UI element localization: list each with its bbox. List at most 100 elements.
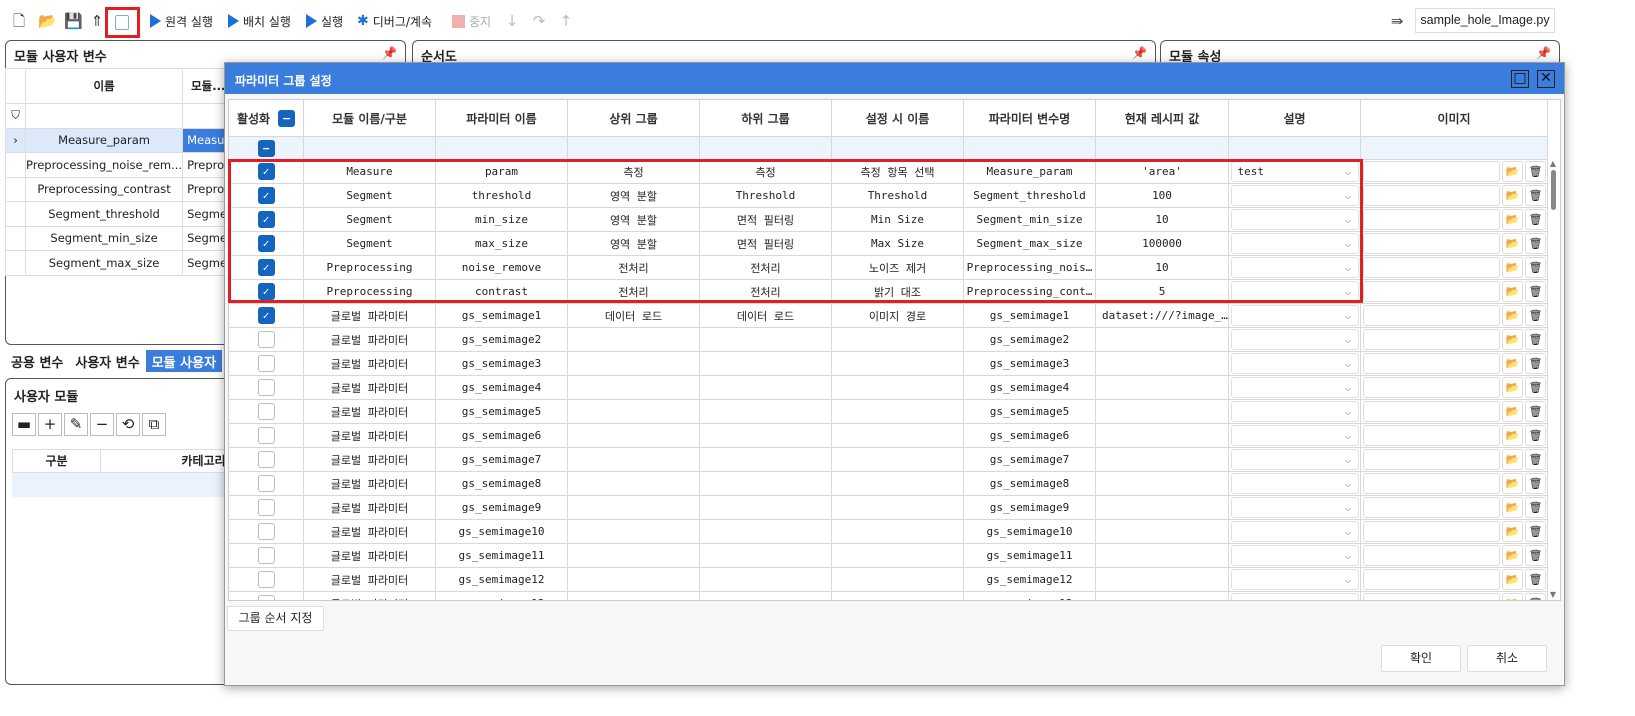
open-folder-icon[interactable]: 📂 [1502,305,1523,326]
image-path-input[interactable] [1363,353,1500,374]
image-path-input[interactable] [1363,497,1500,518]
open-folder-icon[interactable]: ▬ [12,413,36,436]
column-header[interactable]: 상위 그룹 [568,100,700,137]
tab-shared-variables[interactable]: 공용 변수 [5,350,69,372]
description-dropdown[interactable]: ⌵ [1230,353,1359,374]
trash-icon[interactable]: 🗑 [1525,425,1546,446]
image-path-input[interactable] [1363,401,1500,422]
trash-icon[interactable]: 🗑 [1525,521,1546,542]
enable-checkbox[interactable]: ✓ [257,259,275,276]
open-folder-icon[interactable]: 📂 [1502,185,1523,206]
open-folder-icon[interactable]: 📂 [1502,425,1523,446]
open-folder-icon[interactable]: 📂 [1502,545,1523,566]
image-path-input[interactable] [1363,161,1500,182]
enable-checkbox[interactable] [257,403,275,420]
open-folder-icon[interactable]: 📂 [1502,257,1523,278]
parameter-group-button-highlight[interactable] [105,7,140,38]
module-link-icon[interactable]: ⧉ [142,413,166,436]
remote-run-button[interactable]: 원격 실행 [150,11,213,31]
filter-cell[interactable] [24,103,184,129]
column-header-name[interactable]: 이름 [24,68,184,104]
batch-run-button[interactable]: 배치 실행 [228,11,291,31]
column-header[interactable]: 파라미터 이름 [436,100,568,137]
filter-cell[interactable] [1229,137,1361,160]
trash-icon[interactable]: 🗑 [1525,353,1546,374]
upload-icon[interactable]: ⇑ [88,12,106,30]
new-file-icon[interactable]: 🗋 [10,12,28,30]
description-dropdown[interactable]: ⌵ [1230,521,1359,542]
open-folder-icon[interactable]: 📂 [1502,377,1523,398]
open-folder-icon[interactable]: 📂 [1502,473,1523,494]
maximize-button[interactable]: □ [1511,70,1529,88]
image-path-input[interactable] [1363,329,1500,350]
filter-cell[interactable] [568,137,700,160]
close-button[interactable]: ✕ [1537,70,1555,88]
open-folder-icon[interactable]: 📂 [1502,401,1523,422]
cancel-button[interactable]: 취소 [1467,645,1547,672]
image-path-input[interactable] [1363,545,1500,566]
scrollbar-thumb[interactable] [1550,170,1556,210]
image-path-input[interactable] [1363,233,1500,254]
description-dropdown[interactable]: ⌵ [1230,497,1359,518]
description-dropdown[interactable]: ⌵ [1230,209,1359,230]
column-header[interactable]: 이미지 [1361,100,1548,137]
image-path-input[interactable] [1363,281,1500,302]
open-folder-icon[interactable]: 📂 [1502,281,1523,302]
image-path-input[interactable] [1363,377,1500,398]
filter-cell[interactable] [832,137,964,160]
stop-button[interactable]: 중지 [452,11,491,31]
trash-icon[interactable]: 🗑 [1525,257,1546,278]
description-dropdown[interactable]: ⌵ [1230,449,1359,470]
filter-cell[interactable]: − [229,137,304,160]
table-row[interactable]: ✓ Measure param 측정 측정 측정 항목 선택 Measure_param'a… [229,160,1548,184]
open-folder-icon[interactable]: 📂 [1502,209,1523,230]
filter-cell[interactable] [1096,137,1229,160]
description-dropdown[interactable]: ⌵ [1230,473,1359,494]
image-path-input[interactable] [1363,521,1500,542]
image-path-input[interactable] [1363,473,1500,494]
column-header[interactable]: 설명 [1229,100,1361,137]
enable-checkbox[interactable] [257,451,275,468]
edit-pencil-icon[interactable]: ✎ [64,413,88,436]
trash-icon[interactable]: 🗑 [1525,473,1546,494]
open-folder-icon[interactable]: 📂 [1502,449,1523,470]
enable-checkbox[interactable]: ✓ [257,187,275,204]
run-button[interactable]: 실행 [306,11,343,31]
table-row[interactable]: 글로벌 파라미터gs_semimage13gs_semimage13⌵📂🗑 [229,592,1548,600]
table-row[interactable]: ✓ 글로벌 파라미터 gs_semimage1 데이터 로드 데이터 로드 이미지 경로 g… [229,304,1548,328]
group-order-button[interactable]: 그룹 순서 지정 [227,606,324,631]
description-dropdown[interactable]: ⌵ [1230,425,1359,446]
description-dropdown[interactable]: ⌵ [1230,593,1359,600]
pin-icon[interactable]: 📌 [1536,46,1551,60]
step-out-icon[interactable]: ↑ [557,12,575,30]
table-row[interactable]: 글로벌 파라미터 gs_semimage11 gs_semimage11 ⌵ 📂 🗑 [229,544,1548,568]
flow-connect-icon[interactable]: ⇛ [1388,12,1406,30]
trash-icon[interactable]: 🗑 [1525,185,1546,206]
column-header[interactable]: 하위 그룹 [700,100,832,137]
trash-icon[interactable]: 🗑 [1525,497,1546,518]
description-dropdown[interactable]: ⌵ [1230,257,1359,278]
table-row[interactable]: ✓ Segment min_size 영역 분할 면적 필터링 Min Size Segme… [229,208,1548,232]
description-dropdown[interactable]: ⌵ [1230,545,1359,566]
enable-checkbox[interactable] [257,355,275,372]
open-folder-icon[interactable]: 📂 [1502,329,1523,350]
description-dropdown[interactable]: ⌵ [1230,569,1359,590]
trash-icon[interactable]: 🗑 [1525,233,1546,254]
table-row[interactable]: ✓ Preprocessing contrast 전처리 전처리 밝기 대조 Preproc… [229,280,1548,304]
trash-icon[interactable]: 🗑 [1525,329,1546,350]
open-folder-icon[interactable]: 📂 [38,12,57,30]
filter-cell[interactable] [1361,137,1548,160]
filter-cell[interactable] [700,137,832,160]
open-folder-icon[interactable]: 📂 [1502,161,1523,182]
pin-icon[interactable]: 📌 [1132,46,1147,60]
filter-icon[interactable]: ⛉ [5,103,26,129]
enable-checkbox[interactable] [257,331,275,348]
table-row[interactable]: 글로벌 파라미터 gs_semimage7 gs_semimage7 ⌵ 📂 🗑 [229,448,1548,472]
image-path-input[interactable] [1363,305,1500,326]
table-row[interactable]: 글로벌 파라미터 gs_semimage8 gs_semimage8 ⌵ 📂 🗑 [229,472,1548,496]
step-over-icon[interactable]: ↷ [530,12,548,30]
enable-checkbox[interactable]: ✓ [257,283,275,300]
trash-icon[interactable]: 🗑 [1525,401,1546,422]
table-row[interactable]: ✓ Preprocessing noise_remove 전처리 전처리 노이즈 제거 Pr… [229,256,1548,280]
table-row[interactable]: 글로벌 파라미터 gs_semimage6 gs_semimage6 ⌵ 📂 🗑 [229,424,1548,448]
